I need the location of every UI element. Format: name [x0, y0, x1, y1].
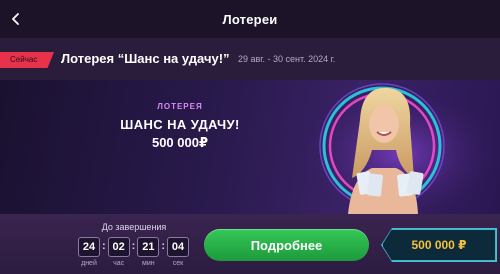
page-title: Лотереи [222, 11, 278, 27]
countdown-seconds: 04 сек [167, 237, 190, 267]
countdown-label: До завершения [101, 222, 167, 232]
status-badge: Сейчас [0, 52, 54, 68]
prize-badge: 500 000 ₽ [382, 229, 496, 261]
back-button[interactable] [4, 7, 28, 31]
prize-amount: 500 000 ₽ [411, 238, 467, 252]
countdown-days-value: 24 [78, 237, 100, 257]
banner-illustration [300, 80, 500, 214]
countdown-days: 24 дней [78, 237, 100, 267]
countdown-days-caption: дней [81, 260, 97, 267]
countdown-hours: 02 час [107, 237, 130, 267]
lottery-banner[interactable]: ЛОТЕРЕЯ ШАНС НА УДАЧУ! 500 000₽ [0, 80, 500, 214]
countdown-seconds-caption: сек [172, 260, 184, 267]
lottery-screen: Лотереи Сейчас Лотерея “Шанс на удачу!” … [0, 0, 500, 274]
countdown-seconds-value: 04 [167, 237, 190, 257]
lottery-bottom-panel: До завершения 24 дней : 02 час : 21 мин … [0, 214, 500, 274]
countdown-separator: : [161, 240, 166, 252]
top-bar: Лотереи [0, 0, 500, 38]
lottery-name: Лотерея “Шанс на удачу!” [61, 51, 230, 66]
lottery-info-row: Сейчас Лотерея “Шанс на удачу!” 29 авг. … [0, 38, 500, 80]
lottery-dates: 29 авг. - 30 сент. 2024 г. [238, 54, 336, 64]
chevron-left-icon [12, 13, 19, 25]
countdown-minutes-value: 21 [137, 237, 160, 257]
countdown-separator: : [131, 240, 136, 252]
countdown-hours-value: 02 [107, 237, 130, 257]
countdown-minutes-caption: мин [142, 260, 155, 267]
countdown-hours-caption: час [113, 260, 125, 267]
countdown-separator: : [102, 240, 106, 252]
details-button[interactable]: Подробнее [204, 229, 369, 261]
countdown-timer: 24 дней : 02 час : 21 мин : 04 сек [78, 237, 190, 267]
countdown-minutes: 21 мин [137, 237, 160, 267]
